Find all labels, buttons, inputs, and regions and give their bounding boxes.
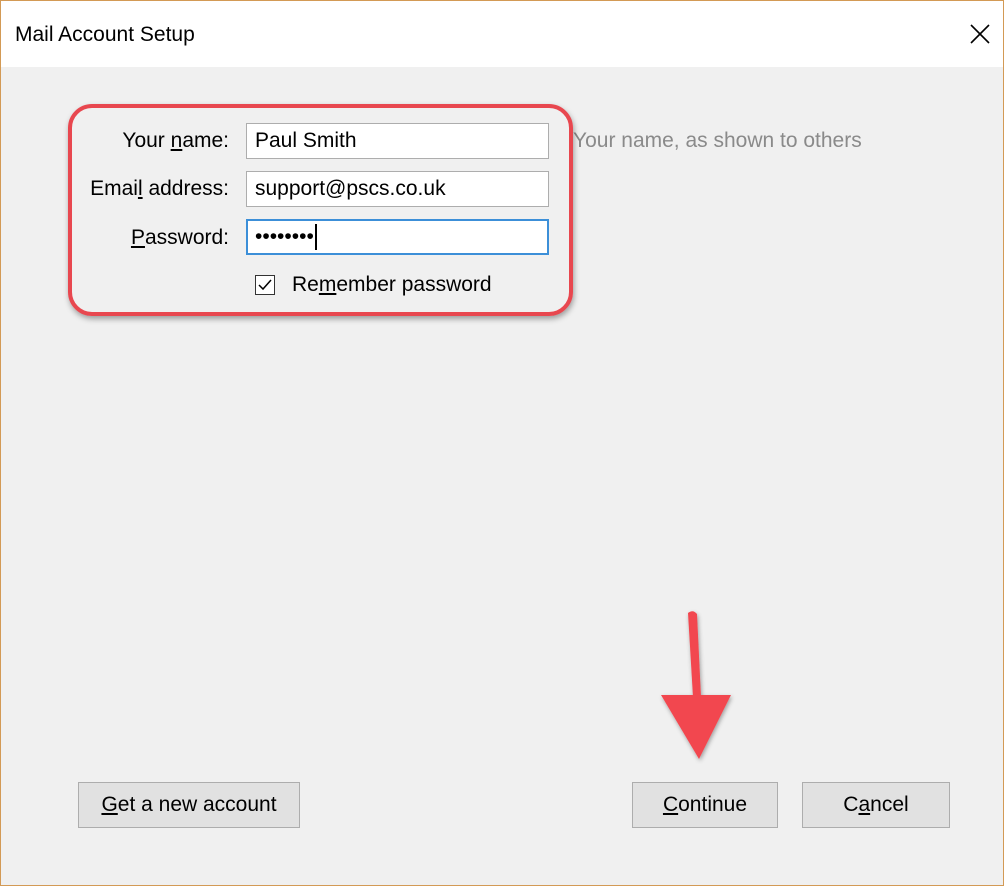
dialog-title: Mail Account Setup <box>15 23 195 46</box>
title-bar: Mail Account Setup <box>1 1 1003 67</box>
get-new-account-button[interactable]: Get a new account <box>78 782 300 828</box>
checkmark-icon <box>258 279 272 291</box>
remember-password-checkbox[interactable] <box>255 275 275 295</box>
email-address-value: support@pscs.co.uk <box>255 177 446 200</box>
close-icon <box>970 24 990 44</box>
email-address-field[interactable]: support@pscs.co.uk <box>246 171 549 207</box>
your-name-hint: Your name, as shown to others <box>573 129 862 152</box>
password-value: •••••••• <box>255 225 314 248</box>
text-caret <box>314 224 317 251</box>
cancel-button[interactable]: Ca ncel <box>802 782 950 828</box>
close-button[interactable] <box>963 17 997 51</box>
your-name-value: Paul Smith <box>255 129 357 152</box>
email-address-label: Email address: <box>90 177 229 200</box>
continue-button[interactable]: Continue <box>632 782 778 828</box>
password-field[interactable]: •••••••• <box>246 219 549 255</box>
your-name-field[interactable]: Paul Smith <box>246 123 549 159</box>
your-name-label: Your name: <box>122 129 229 152</box>
mail-account-setup-dialog: Mail Account Setup Your name: Paul Smith… <box>0 0 1004 886</box>
arrow-annotation <box>661 611 731 759</box>
remember-password-label[interactable]: Remember password <box>292 273 492 297</box>
password-label: Password: <box>130 226 229 249</box>
